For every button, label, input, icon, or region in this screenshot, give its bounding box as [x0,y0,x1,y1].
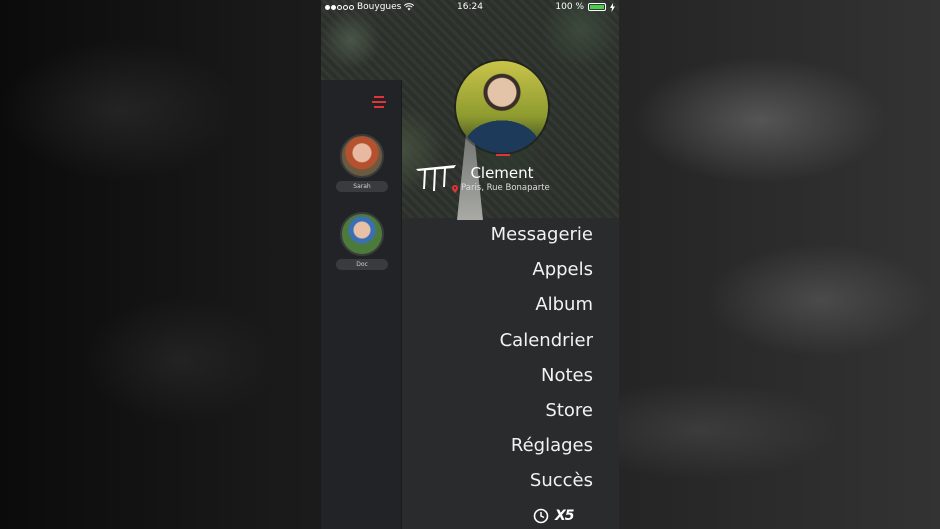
battery-percentage: 100 % [555,2,584,12]
menu-item-calendrier[interactable]: Calendrier [413,326,593,361]
contacts-sidebar: Sarah Doc [321,80,402,529]
charging-icon [610,2,615,12]
menu-item-store[interactable]: Store [413,396,593,431]
footer-icons: X5 [533,508,575,524]
status-bar: Bouygues 16:24 100 % [321,0,619,14]
location-text: Paris, Rue Bonaparte [461,183,550,193]
menu-item-reglages[interactable]: Réglages [413,431,593,466]
phone-screen: Bouygues 16:24 100 % Sarah Doc Clement P… [321,0,619,529]
menu-item-succes[interactable]: Succès [413,466,593,501]
avatar[interactable] [340,212,384,256]
contact-sarah[interactable]: Sarah [336,134,388,192]
profile-avatar[interactable] [456,61,548,153]
menu-item-notes[interactable]: Notes [413,361,593,396]
location-pin-icon [452,184,458,193]
profile-name: Clement [470,164,534,182]
contact-name: Sarah [336,181,388,192]
menu-item-album[interactable]: Album [413,290,593,325]
battery-icon [588,3,606,11]
clock-icon[interactable] [533,508,549,524]
hamburger-menu-icon[interactable] [372,96,386,108]
main-menu: Messagerie Appels Album Calendrier Notes… [413,220,593,502]
profile-accent-line [496,154,510,156]
profile-location: Paris, Rue Bonaparte [452,183,562,194]
menu-item-messagerie[interactable]: Messagerie [413,220,593,255]
contact-name: Doc [336,259,388,270]
x5-badge[interactable]: X5 [555,508,575,524]
status-right: 100 % [555,0,615,14]
avatar[interactable] [340,134,384,178]
menu-item-appels[interactable]: Appels [413,255,593,290]
contact-doc[interactable]: Doc [336,212,388,270]
